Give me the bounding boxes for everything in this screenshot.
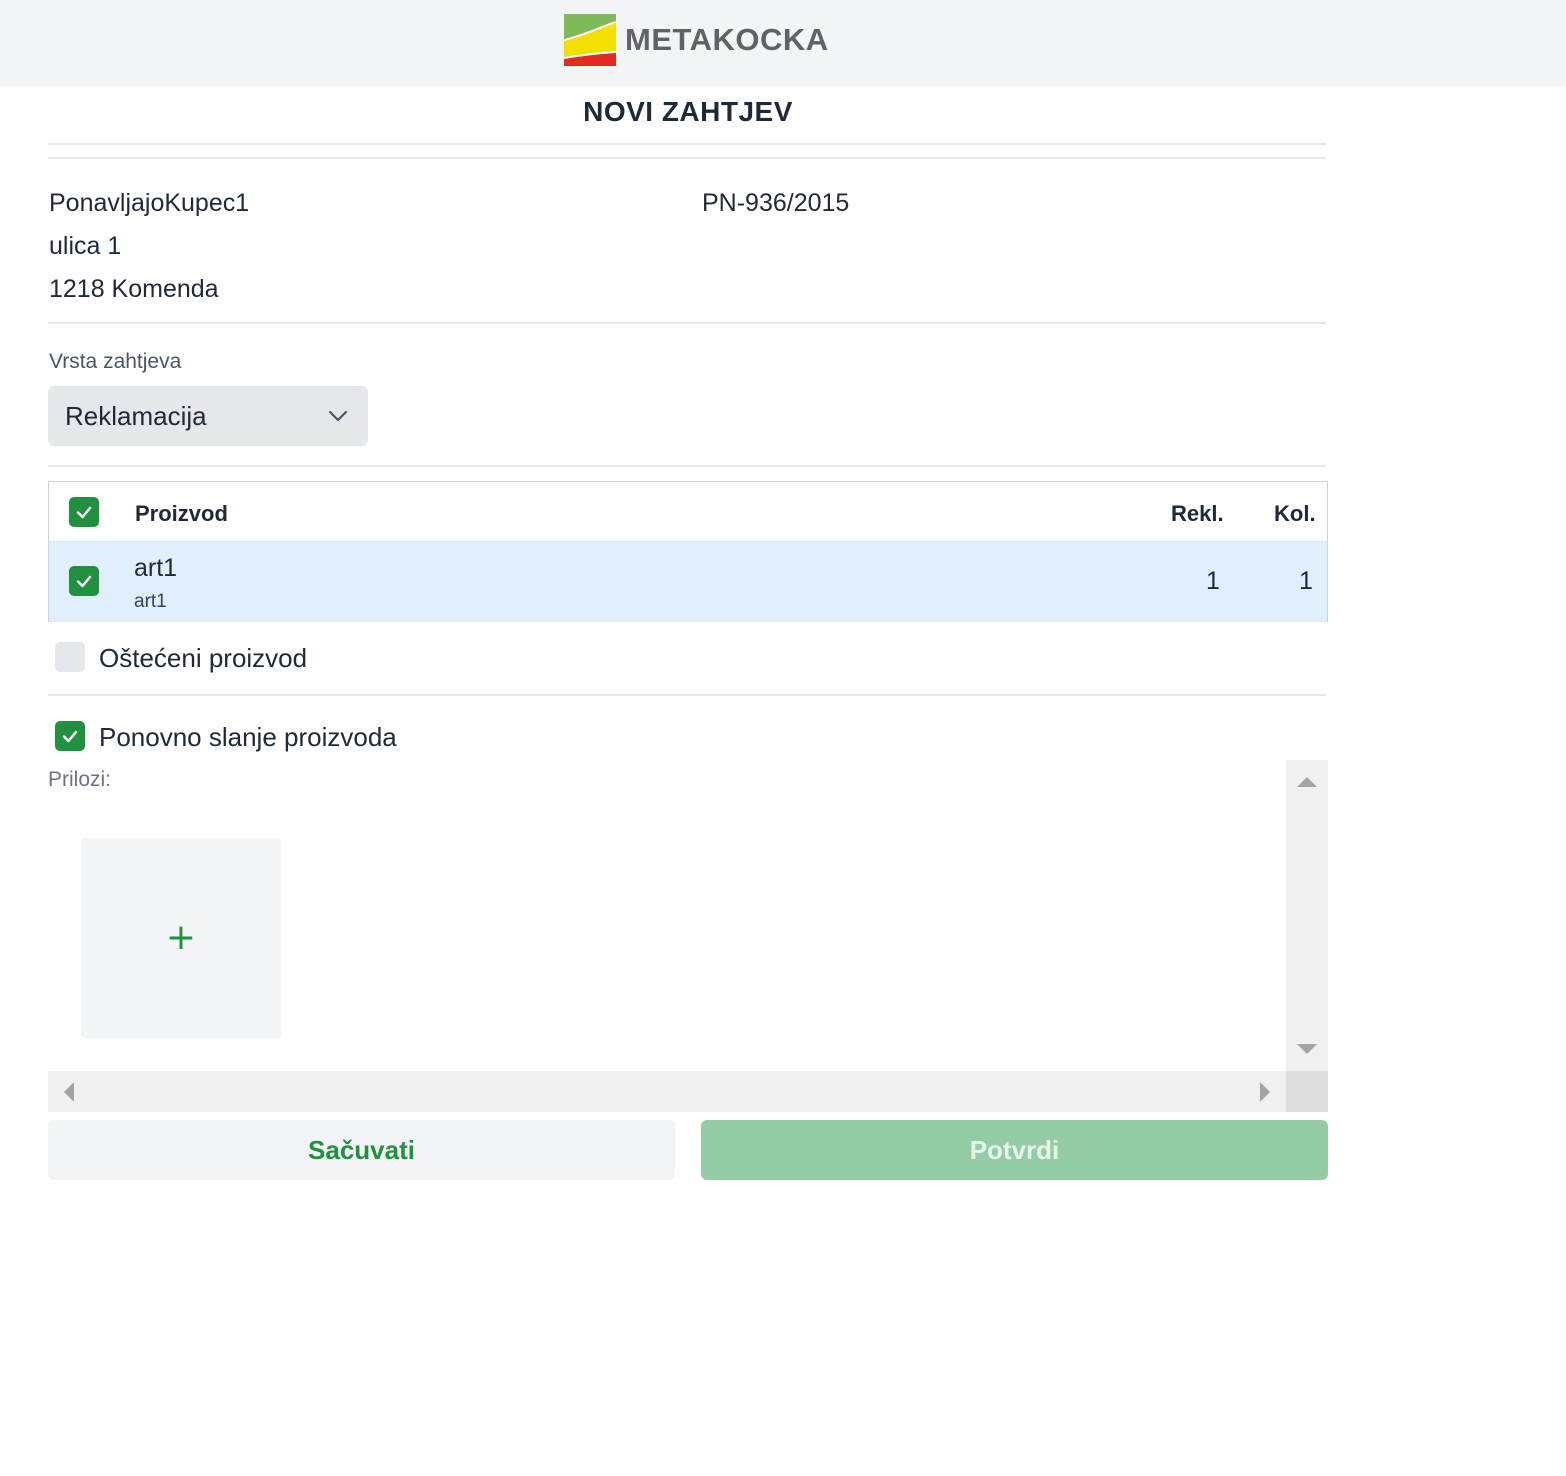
product-code: art1 (134, 591, 167, 612)
damaged-product-label[interactable]: Oštećeni proizvod (99, 643, 307, 674)
table-row[interactable]: art1 art1 1 1 (49, 542, 1327, 622)
brand-logo[interactable]: METAKOCKA (564, 14, 829, 66)
scrollbar-corner (1286, 1071, 1328, 1112)
divider (48, 157, 1326, 159)
save-button[interactable]: Sačuvati (48, 1120, 675, 1180)
request-type-select[interactable]: Reklamacija (48, 386, 368, 446)
reclaimed-quantity[interactable]: 1 (1206, 567, 1220, 596)
chevron-down-icon (328, 410, 348, 422)
brand-name: METAKOCKA (625, 22, 829, 57)
product-name: art1 (134, 554, 178, 582)
scroll-down-arrow-icon[interactable] (1297, 1044, 1317, 1054)
quantity: 1 (1299, 567, 1313, 595)
table-header: Proizvod Rekl. Kol. (49, 482, 1327, 542)
add-attachment-button[interactable]: + (81, 838, 281, 1038)
column-header-reclaimed[interactable]: Rekl. (1171, 501, 1224, 527)
resend-product-label[interactable]: Ponovno slanje proizvoda (99, 722, 397, 753)
divider (48, 465, 1326, 467)
customer-street: ulica 1 (49, 232, 122, 260)
plus-icon: + (165, 917, 197, 958)
damaged-product-checkbox[interactable] (55, 642, 85, 672)
check-icon (76, 575, 92, 588)
check-icon (62, 730, 78, 743)
select-all-checkbox[interactable] (69, 497, 99, 527)
top-bar: METAKOCKA (0, 0, 1566, 86)
document-number: PN-936/2015 (702, 189, 850, 217)
vertical-scrollbar[interactable] (1286, 760, 1328, 1071)
divider (48, 694, 1326, 696)
divider (48, 322, 1326, 324)
customer-address: PonavljajoKupec1 ulica 1 1218 Komenda (49, 182, 249, 311)
divider (48, 143, 1326, 145)
customer-city: 1218 Komenda (49, 275, 219, 303)
scroll-right-arrow-icon[interactable] (1260, 1082, 1270, 1102)
customer-name: PonavljajoKupec1 (49, 189, 250, 217)
resend-product-checkbox[interactable] (55, 721, 85, 751)
page-title: NOVI ZAHTJEV (583, 96, 793, 127)
products-table: Proizvod Rekl. Kol. art1 art1 1 1 (48, 481, 1328, 622)
scroll-left-arrow-icon[interactable] (64, 1082, 74, 1102)
check-icon (76, 506, 92, 519)
scroll-up-arrow-icon[interactable] (1297, 777, 1317, 787)
request-type-value: Reklamacija (65, 400, 207, 431)
row-checkbox[interactable] (69, 566, 99, 596)
column-header-product[interactable]: Proizvod (135, 501, 228, 527)
column-header-quantity[interactable]: Kol. (1274, 501, 1316, 527)
horizontal-scrollbar[interactable] (48, 1071, 1286, 1112)
attachments-label: Prilozi: (48, 768, 112, 791)
request-type-label: Vrsta zahtjeva (49, 350, 182, 373)
confirm-button[interactable]: Potvrdi (701, 1120, 1328, 1180)
metakocka-logo-icon (564, 14, 616, 66)
